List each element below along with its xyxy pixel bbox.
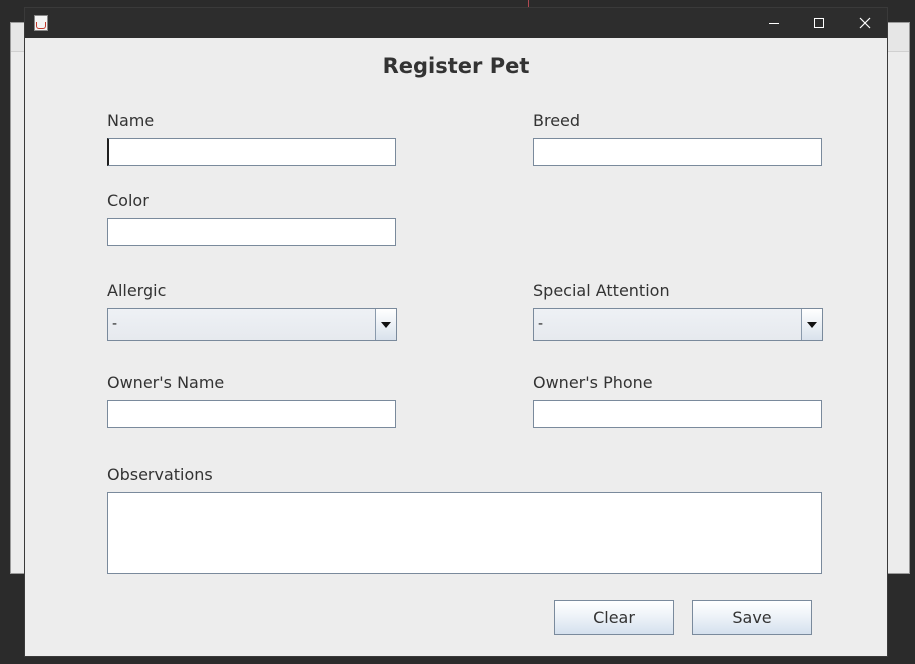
color-input[interactable]: [107, 218, 396, 246]
maximize-icon: [814, 18, 824, 28]
minimize-icon: [769, 23, 779, 24]
close-button[interactable]: [842, 8, 888, 38]
color-label: Color: [107, 191, 149, 210]
save-button[interactable]: Save: [692, 600, 812, 635]
observations-label: Observations: [107, 465, 213, 484]
form-title: Register Pet: [382, 54, 530, 78]
register-pet-window: Register Pet Name Breed Color Allergic -…: [24, 7, 888, 657]
name-input[interactable]: [107, 138, 396, 166]
clear-button[interactable]: Clear: [554, 600, 674, 635]
allergic-selected-value: -: [112, 316, 118, 332]
name-label: Name: [107, 111, 155, 130]
maximize-button[interactable]: [796, 8, 842, 38]
allergic-dropdown-button[interactable]: [375, 309, 396, 340]
special-attention-select[interactable]: -: [533, 308, 823, 341]
allergic-select[interactable]: -: [107, 308, 397, 341]
special-attention-selected-value: -: [538, 316, 544, 332]
close-icon: [859, 17, 871, 29]
java-cup-icon: [34, 15, 48, 31]
window-titlebar[interactable]: [25, 8, 887, 38]
chevron-down-icon: [381, 321, 391, 328]
observations-textarea[interactable]: [107, 492, 822, 574]
owner-name-input[interactable]: [107, 400, 396, 428]
chevron-down-icon: [807, 321, 817, 328]
owner-phone-input[interactable]: [533, 400, 822, 428]
minimize-button[interactable]: [751, 8, 797, 38]
special-attention-label: Special Attention: [533, 281, 670, 300]
breed-input[interactable]: [533, 138, 822, 166]
owner-phone-label: Owner's Phone: [533, 373, 653, 392]
allergic-label: Allergic: [107, 281, 167, 300]
breed-label: Breed: [533, 111, 581, 130]
special-attention-dropdown-button[interactable]: [801, 309, 822, 340]
owner-name-label: Owner's Name: [107, 373, 225, 392]
